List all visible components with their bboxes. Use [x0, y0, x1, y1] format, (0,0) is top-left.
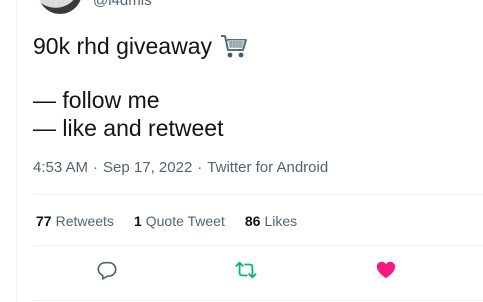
divider	[33, 245, 483, 246]
separator-dot: ·	[93, 159, 99, 176]
reply-button[interactable]	[92, 257, 122, 287]
retweets-count: 77	[36, 213, 52, 229]
retweets-stat[interactable]: 77 Retweets	[36, 213, 114, 229]
likes-stat[interactable]: 86 Likes	[245, 213, 297, 229]
retweets-label: Retweets	[55, 213, 114, 229]
tweet-time[interactable]: 4:53 AM	[33, 159, 88, 176]
tweet-source[interactable]: Twitter for Android	[207, 159, 328, 176]
retweet-icon	[234, 259, 258, 286]
likes-label: Likes	[264, 213, 298, 229]
quote-tweets-label: Quote Tweet	[145, 213, 225, 229]
tweet-text-line-1: 90k rhd giveaway	[33, 32, 248, 60]
tweet-text-line-1-text: 90k rhd giveaway	[33, 33, 212, 59]
separator-dot: ·	[197, 159, 203, 176]
tweet-date[interactable]: Sep 17, 2022	[103, 159, 192, 176]
avatar[interactable]	[38, 0, 82, 14]
quote-tweets-stat[interactable]: 1 Quote Tweet	[134, 213, 225, 229]
tweet-text-line-2: — follow me	[33, 87, 160, 113]
tweet-metadata: 4:53 AM · Sep 17, 2022 · Twitter for Android	[33, 159, 328, 176]
divider	[33, 300, 483, 301]
shopping-cart-icon	[220, 33, 248, 65]
reply-icon	[96, 259, 118, 286]
tweet-text: 90k rhd giveaway — follow me — like and …	[33, 32, 248, 142]
user-handle[interactable]: @l4dmis	[93, 0, 152, 9]
tweet-stats: 77 Retweets 1 Quote Tweet 86 Likes	[36, 213, 297, 229]
heart-icon	[375, 259, 397, 286]
divider	[33, 194, 483, 195]
tweet-actions	[0, 257, 483, 287]
tweet-text-line-3: — like and retweet	[33, 115, 224, 141]
retweet-button[interactable]	[231, 257, 261, 287]
like-button[interactable]	[371, 257, 401, 287]
quote-tweets-count: 1	[133, 213, 142, 229]
likes-count: 86	[244, 213, 261, 229]
